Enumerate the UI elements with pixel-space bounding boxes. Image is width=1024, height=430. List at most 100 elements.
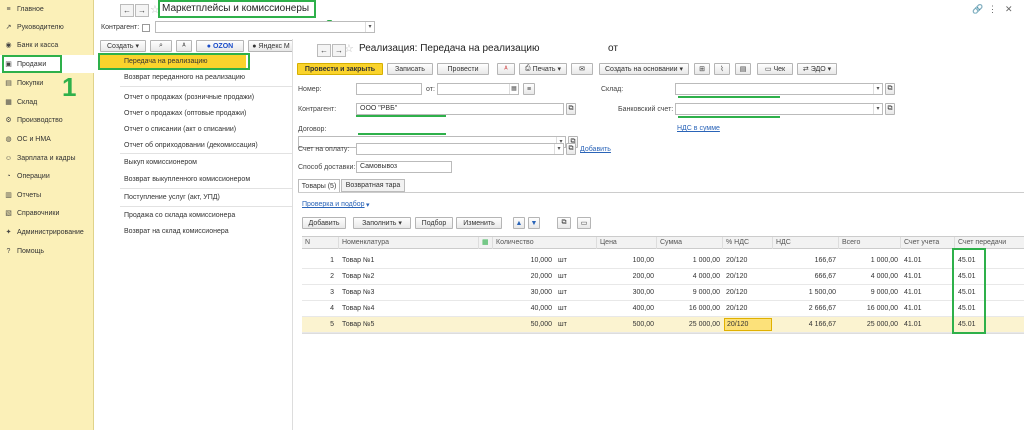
menu-item-capitalization[interactable]: Отчет об оприходовании (декомиссация) — [124, 142, 258, 149]
column-sum[interactable]: Сумма — [656, 237, 722, 249]
document-panel — [292, 39, 1024, 430]
column-price[interactable]: Цена — [596, 237, 656, 249]
doc-favorite-star-icon[interactable]: ☆ — [344, 42, 354, 55]
sidebar-item-operations[interactable]: ◔ Операции — [0, 167, 94, 185]
structure-button[interactable]: ⊞ — [694, 63, 710, 75]
create-button[interactable]: Создать ▾ — [100, 40, 146, 52]
column-settings-icon[interactable]: ▦ — [478, 237, 490, 249]
menu-item-sale-from-warehouse[interactable]: Продажа со склада комиссионера — [124, 212, 235, 219]
vat-in-sum-link[interactable]: НДС в сумме — [677, 125, 720, 132]
copy-button[interactable]: ⧉ — [557, 217, 571, 229]
move-up-button[interactable]: ▲ — [513, 217, 525, 229]
column-n[interactable]: N — [302, 237, 332, 249]
save-button[interactable]: Записать — [387, 63, 433, 75]
check-link-dropdown-icon[interactable]: ▾ — [366, 201, 370, 209]
cell-nomenclature: Товар №5 — [342, 321, 375, 328]
link-icon[interactable]: 🔗 — [972, 4, 983, 15]
table-row[interactable]: 4 Товар №4 40,000 шт 400,00 16 000,00 20… — [302, 301, 1024, 317]
sidebar-item-help[interactable]: ? Помощь — [0, 242, 94, 260]
cell-account: 41.01 — [904, 273, 922, 280]
paste-button[interactable]: ▭ — [577, 217, 591, 229]
back-button[interactable]: ← — [120, 4, 134, 17]
table-row[interactable]: 2 Товар №2 20,000 шт 200,00 4 000,00 20/… — [302, 269, 1024, 285]
pick-button[interactable]: Подбор — [415, 217, 453, 229]
cell-price: 200,00 — [632, 273, 654, 280]
menu-item-sales-wholesale[interactable]: Отчет о продажах (оптовые продажи) — [124, 110, 246, 117]
menu-item-services[interactable]: Поступление услуг (акт, УПД) — [124, 194, 220, 201]
doc-back-button[interactable]: ← — [317, 44, 331, 57]
invoice-open-button[interactable]: ⧉ — [566, 143, 576, 155]
sidebar-item-main[interactable]: ≡ Главное — [0, 0, 94, 18]
dtkt-button[interactable]: ᴬ — [176, 40, 192, 52]
add-invoice-link[interactable]: Добавить — [580, 146, 611, 153]
sidebar-item-admin[interactable]: ✦ Администрирование — [0, 223, 94, 241]
bank-open-button[interactable]: ⧉ — [885, 103, 895, 115]
bank-account-input[interactable]: ▾ — [675, 103, 883, 115]
sidebar-item-reports[interactable]: ▥ Отчеты — [0, 186, 94, 204]
menu-item-return-to-warehouse[interactable]: Возврат на склад комиссионера — [124, 228, 229, 235]
kontragent-filter-checkbox[interactable] — [142, 24, 150, 32]
yandex-button[interactable]: ● Яндекс М — [248, 40, 294, 52]
more-icon[interactable]: ⋮ — [988, 4, 997, 15]
kontragent-open-button[interactable]: ⧉ — [566, 103, 576, 115]
column-nomenclature[interactable]: Номенклатура — [338, 237, 474, 249]
search-button[interactable]: ⌕ — [150, 40, 172, 52]
add-row-button[interactable]: Добавить — [302, 217, 346, 229]
report-button[interactable]: ▤ — [735, 63, 751, 75]
invoice-input[interactable]: ▾ — [356, 143, 564, 155]
create-based-button[interactable]: Создать на основании ▾ — [599, 63, 689, 75]
tab-goods[interactable]: Товары (5) — [298, 179, 340, 192]
ozon-button[interactable]: ● OZON — [196, 40, 244, 52]
sidebar-item-bank[interactable]: ◉ Банк и касса — [0, 36, 94, 54]
number-input[interactable] — [356, 83, 422, 95]
sidebar-item-manager[interactable]: ↗ Руководителю — [0, 18, 94, 36]
table-row[interactable]: 1 Товар №1 10,000 шт 100,00 1 000,00 20/… — [302, 253, 1024, 269]
sidebar-item-purchases[interactable]: ▤ Покупки — [0, 74, 94, 92]
attach-button[interactable]: ✉ — [571, 63, 593, 75]
sidebar-item-label: Руководителю — [17, 23, 64, 31]
warehouse-input[interactable]: ▾ — [675, 83, 883, 95]
post-button[interactable]: Провести — [437, 63, 489, 75]
dtkt-button[interactable]: ᴬ — [497, 63, 515, 75]
menu-item-return-buyout[interactable]: Возврат выкупленного комиссионером — [124, 176, 250, 183]
sidebar-item-directories[interactable]: ▧ Справочники — [0, 204, 94, 222]
cell-nomenclature: Товар №4 — [342, 305, 375, 312]
post-and-close-button[interactable]: Провести и закрыть — [297, 63, 383, 75]
kontragent-filter-input[interactable]: ▾ — [155, 21, 375, 33]
check-and-pick-link[interactable]: Проверка и подбор — [302, 201, 365, 208]
menu-item-return-transferred[interactable]: Возврат переданного на реализацию — [124, 74, 245, 81]
sidebar-item-salary[interactable]: ☺ Зарплата и кадры — [0, 149, 94, 167]
column-vat[interactable]: НДС — [772, 237, 838, 249]
close-icon[interactable]: ✕ — [1005, 4, 1013, 15]
menu-item-write-off[interactable]: Отчет о списании (акт о списании) — [124, 126, 236, 133]
change-button[interactable]: Изменить — [456, 217, 502, 229]
cell-vat: 2 666,67 — [808, 305, 836, 312]
search-icon: ⌕ — [159, 42, 163, 49]
column-account[interactable]: Счет учета — [900, 237, 954, 249]
column-quantity[interactable]: Количество — [492, 237, 596, 249]
fill-button[interactable]: Заполнить ▾ — [353, 217, 411, 229]
sidebar-item-warehouse[interactable]: ▦ Склад — [0, 93, 94, 111]
table-row-selected[interactable]: 5 Товар №5 50,000 шт 500,00 25 000,00 20… — [302, 317, 1024, 333]
delivery-method-select[interactable]: Самовывоз — [356, 161, 452, 173]
date-settings-button[interactable]: ≡ — [523, 83, 535, 95]
date-input[interactable]: ▦ — [437, 83, 519, 95]
sidebar-item-production[interactable]: ⚙ Производство — [0, 111, 94, 129]
menu-item-buyout[interactable]: Выкуп комиссионером — [124, 159, 197, 166]
warehouse-open-button[interactable]: ⧉ — [885, 83, 895, 95]
cell-vat-rate-active[interactable]: 20/120 — [724, 318, 772, 331]
print-button[interactable]: ⎙ Печать ▾ — [519, 63, 567, 75]
edo-button[interactable]: ⇄ ЭДО ▾ — [797, 63, 837, 75]
menu-item-sales-retail[interactable]: Отчет о продажах (розничные продажи) — [124, 94, 254, 101]
kontragent-input[interactable]: ООО "РВБ" — [356, 103, 564, 115]
move-down-button[interactable]: ▼ — [528, 217, 540, 229]
check-button[interactable]: ▭ Чек — [757, 63, 793, 75]
column-total[interactable]: Всего — [838, 237, 900, 249]
clip-button[interactable]: ⌇ — [714, 63, 730, 75]
sidebar-item-assets[interactable]: ◍ ОС и НМА — [0, 130, 94, 148]
forward-button[interactable]: → — [135, 4, 149, 17]
cell-vat: 666,67 — [814, 273, 836, 280]
column-vat-rate[interactable]: % НДС — [722, 237, 772, 249]
tab-returnable-tare[interactable]: Возвратная тара — [341, 179, 405, 192]
table-row[interactable]: 3 Товар №3 30,000 шт 300,00 9 000,00 20/… — [302, 285, 1024, 301]
